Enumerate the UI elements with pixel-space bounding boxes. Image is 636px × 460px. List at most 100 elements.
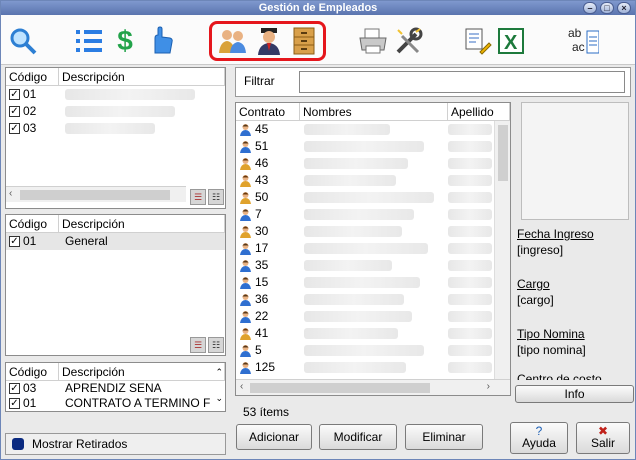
graduate-icon[interactable] [253,25,285,57]
position-value: [cargo] [517,293,554,307]
main-window: Gestión de Empleados – □ × $ X ab ac Cód… [0,0,636,460]
table-row[interactable]: 17 [236,240,510,257]
table-row[interactable]: 35 [236,257,510,274]
table-row[interactable]: 36 [236,291,510,308]
hand-pointer-icon[interactable] [145,25,177,57]
add-button[interactable]: Adicionar [236,424,312,450]
column-header-contract[interactable]: Contrato [236,103,300,120]
column-header-description[interactable]: Descripción [59,68,225,85]
table-row[interactable]: 7 [236,206,510,223]
table-row[interactable]: 30 [236,223,510,240]
vertical-scrollbar[interactable] [494,121,510,379]
redacted-text [448,328,492,340]
column-header-description[interactable]: Descripción [59,363,225,380]
list-item[interactable]: ✓ 01 General [6,233,225,250]
hire-date-value: [ingreso] [517,243,564,257]
contract-number: 43 [255,173,269,187]
list-item[interactable]: ✓ 02 [6,103,225,120]
table-row[interactable]: 41 [236,325,510,342]
exit-button[interactable]: ✖ Salir [576,422,630,454]
redacted-text [448,226,492,238]
printer-icon[interactable] [357,25,389,57]
redacted-text [448,345,492,357]
filter-label: Filtrar [244,74,275,88]
redacted-text [304,124,390,136]
list-item[interactable]: ✓ 01 CONTRATO A TERMINO F [6,396,225,411]
table-row[interactable]: 125 [236,359,510,376]
contract-number: 30 [255,224,269,238]
cost-center-label: Centro de costo [517,372,602,380]
select-all-icon[interactable]: ☰ [190,189,206,205]
table-row[interactable]: 5 [236,342,510,359]
male-user-icon [240,209,251,221]
modify-button[interactable]: Modificar [319,424,397,450]
redacted-text [448,311,492,323]
window-title: Gestión de Empleados [258,2,378,14]
select-all-icon[interactable]: ☰ [190,337,206,353]
table-row[interactable]: 50 [236,189,510,206]
file-cabinet-icon[interactable] [288,25,320,57]
redacted-text [304,345,424,357]
tools-icon[interactable] [393,25,425,57]
column-header-code[interactable]: Código [6,363,59,380]
table-row[interactable]: 45 [236,121,510,138]
row-checkbox[interactable]: ✓ [9,123,20,134]
toggle-indicator[interactable] [12,438,24,450]
item-count: 53 ítems [243,405,290,419]
row-checkbox[interactable]: ✓ [9,89,20,100]
employee-rows: 45 51 46 43 50 7 30 17 35 15 36 22 41 5 125 [236,121,510,376]
dollar-icon[interactable]: $ [109,25,141,57]
scroll-left-arrow-icon[interactable]: ‹ [240,381,243,392]
contract-number: 45 [255,122,269,136]
column-header-names[interactable]: Nombres [300,103,448,120]
deselect-all-icon[interactable]: ☷ [208,337,224,353]
column-header-code[interactable]: Código [6,215,59,232]
row-checkbox[interactable]: ✓ [9,236,20,247]
row-checkbox[interactable]: ✓ [9,106,20,117]
scroll-up-arrow-icon[interactable]: ⌃ [215,367,223,378]
help-button[interactable]: ? Ayuda [510,422,568,454]
contract-number: 41 [255,326,269,340]
show-retired-toggle[interactable]: Mostrar Retirados [5,433,226,455]
scroll-right-arrow-icon[interactable]: › [487,381,490,392]
excel-icon[interactable]: X [495,25,527,57]
table-row[interactable]: 22 [236,308,510,325]
replace-text-icon[interactable]: ab ac [567,25,599,57]
minimize-button[interactable]: – [583,2,597,14]
female-user-icon [240,192,251,204]
people-icon[interactable] [217,25,249,57]
delete-button[interactable]: Eliminar [405,424,483,450]
table-row[interactable]: 51 [236,138,510,155]
column-header-surname[interactable]: Apellido [448,103,510,120]
filter-input[interactable] [299,71,625,93]
horizontal-scrollbar[interactable]: ‹ › [236,379,510,395]
close-button[interactable]: × [617,2,631,14]
table-row[interactable]: 43 [236,172,510,189]
search-icon[interactable] [7,25,39,57]
redacted-text [65,123,155,135]
maximize-button[interactable]: □ [600,2,614,14]
contract-number: 125 [255,360,276,374]
redacted-text [65,89,195,101]
deselect-all-icon[interactable]: ☷ [208,189,224,205]
row-checkbox[interactable]: ✓ [9,398,20,409]
edit-document-icon[interactable] [461,25,493,57]
column-header-code[interactable]: Código [6,68,59,85]
table-row[interactable]: 46 [236,155,510,172]
table-row[interactable]: 15 [236,274,510,291]
list-icon[interactable] [73,25,105,57]
scroll-down-arrow-icon[interactable]: ⌄ [215,393,223,404]
list-item[interactable]: ✓ 03 APRENDIZ SENA [6,381,225,396]
list-item[interactable]: ✓ 01 [6,86,225,103]
column-header-description[interactable]: Descripción [59,215,225,232]
list-item[interactable]: ✓ 03 [6,120,225,137]
hire-date-label: Fecha Ingreso [517,227,594,241]
scroll-left-arrow-icon[interactable]: ‹ [9,188,12,199]
info-button[interactable]: Info [515,385,634,403]
horizontal-scrollbar[interactable]: ‹ [6,186,186,202]
male-user-icon [240,124,251,136]
row-checkbox[interactable]: ✓ [9,383,20,394]
female-user-icon [240,328,251,340]
svg-text:X: X [504,32,518,54]
contract-number: 35 [255,258,269,272]
